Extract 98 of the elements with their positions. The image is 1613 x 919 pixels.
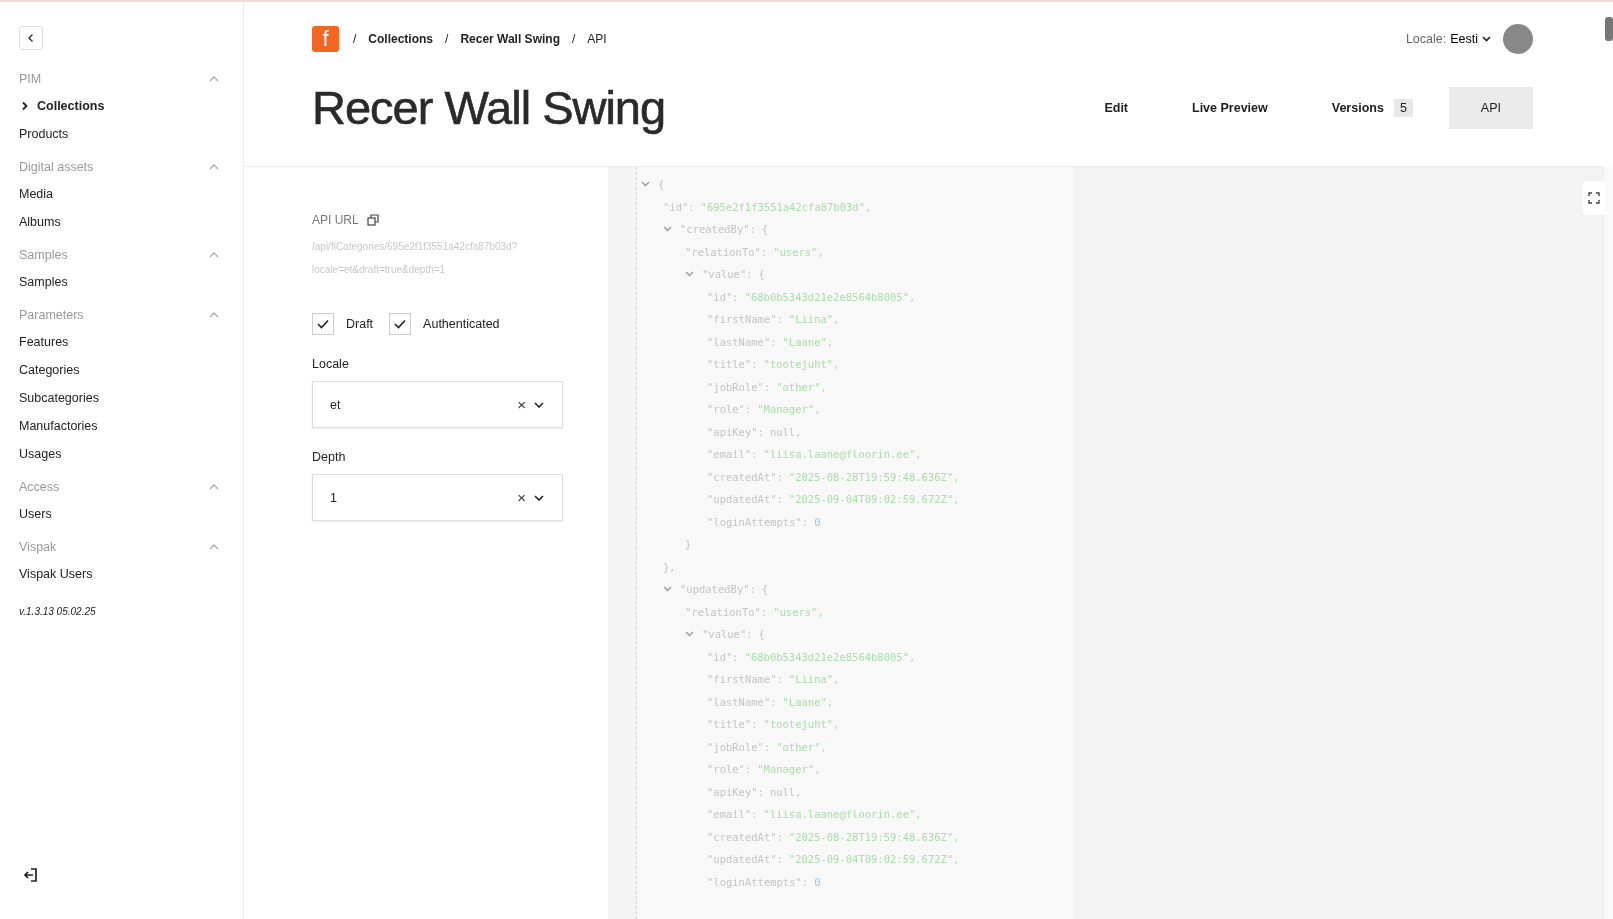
caret-icon xyxy=(1482,36,1491,42)
field-label: Locale xyxy=(312,357,350,371)
json-value: "2025-09-04T09:02:59.672Z", xyxy=(788,493,960,506)
json-value: "tootejuht", xyxy=(763,358,840,371)
fullscreen-button[interactable] xyxy=(1583,181,1605,215)
tab[interactable]: API xyxy=(1448,86,1533,129)
nav-item[interactable]: Features xyxy=(19,328,69,356)
nav-item[interactable]: Usages xyxy=(19,440,62,468)
page-title: Recer Wall Swing xyxy=(312,80,666,135)
json-value: "other", xyxy=(776,380,827,393)
json-value: "Laane", xyxy=(782,335,834,348)
chevron-icon[interactable] xyxy=(209,484,219,490)
caret-icon[interactable] xyxy=(534,494,544,501)
json-value: "users", xyxy=(773,245,824,258)
json-brace: { xyxy=(758,268,765,281)
locale-dropdown[interactable]: Eesti xyxy=(1450,32,1491,46)
checkmark-icon xyxy=(317,319,329,329)
checkmark-icon xyxy=(394,319,407,329)
nav-item[interactable]: Manufactories xyxy=(19,412,98,440)
collapse-caret-icon[interactable] xyxy=(685,631,694,638)
count-badge: 5 xyxy=(1393,98,1413,117)
nav-group-title: Samples xyxy=(19,248,68,262)
json-brace: { xyxy=(761,223,769,236)
checkbox-label: Draft xyxy=(346,317,374,331)
json-value: "Laane", xyxy=(782,695,834,708)
nav-item[interactable]: Products xyxy=(19,120,69,148)
collapse-sidebar-button[interactable] xyxy=(19,26,43,50)
json-value: "liisa.laane@floorin.ee", xyxy=(763,808,922,821)
nav-item[interactable]: Samples xyxy=(19,268,68,296)
json-value: "other", xyxy=(776,740,827,753)
caret-icon[interactable] xyxy=(534,401,544,408)
nav-group-title: PIM xyxy=(19,72,42,86)
json-value: 0 xyxy=(814,875,821,888)
json-value: "695e2f1f3551a42cfa87b03d", xyxy=(700,200,872,213)
collapse-caret-icon[interactable] xyxy=(685,271,694,278)
json-brace: } xyxy=(685,538,692,551)
tab[interactable]: Edit xyxy=(1076,86,1156,129)
tab[interactable]: Versions 5 xyxy=(1303,86,1441,129)
nav-item[interactable]: Collections xyxy=(19,92,105,120)
json-value: "2025-08-28T19:59:48.636Z", xyxy=(788,470,960,483)
json-brace: { xyxy=(658,178,665,191)
json-value: "2025-09-04T09:02:59.672Z", xyxy=(788,853,960,866)
nav-group-title: Digital assets xyxy=(19,160,94,174)
json-value: "Manager", xyxy=(757,763,821,776)
chevron-icon[interactable] xyxy=(209,252,219,258)
logout-icon[interactable] xyxy=(23,867,39,883)
chevron-left-icon xyxy=(27,33,35,43)
breadcrumb-separator: / xyxy=(445,32,449,46)
chevron-icon[interactable] xyxy=(209,544,219,550)
json-value: 0 xyxy=(814,515,821,528)
select-field[interactable]: 1 × xyxy=(312,474,563,521)
locale-label: Locale: xyxy=(1405,32,1447,46)
json-value: "2025-08-28T19:59:48.636Z", xyxy=(788,830,960,843)
breadcrumb-separator: / xyxy=(571,32,576,46)
field-label: Depth xyxy=(312,450,347,464)
nav-item[interactable]: Media xyxy=(19,180,54,208)
json-value: "Liina", xyxy=(788,313,840,326)
nav-item[interactable]: Users xyxy=(19,500,52,528)
collapse-caret-icon[interactable] xyxy=(663,226,672,233)
json-value: "68b0b5343d21e2e8564b8005", xyxy=(744,650,916,663)
nav-item[interactable]: Subcategories xyxy=(19,384,99,412)
json-value: "tootejuht", xyxy=(763,718,840,731)
clear-icon[interactable]: × xyxy=(517,489,526,506)
checkbox[interactable] xyxy=(312,313,334,335)
collapse-caret-icon[interactable] xyxy=(663,586,672,593)
field-label: API URL xyxy=(312,213,359,227)
clear-icon[interactable]: × xyxy=(517,396,526,413)
breadcrumb-separator: / xyxy=(353,32,357,46)
avatar[interactable] xyxy=(1503,24,1533,54)
checkbox-label: Authenticated xyxy=(423,317,500,331)
json-brace: { xyxy=(761,583,769,596)
json-value: "users", xyxy=(773,605,824,618)
select-field[interactable]: et × xyxy=(312,381,563,428)
json-brace: }, xyxy=(663,560,676,573)
nav-item[interactable]: Albums xyxy=(19,208,61,236)
nav-item[interactable]: Vispak Users xyxy=(19,560,93,588)
json-value: "liisa.laane@floorin.ee", xyxy=(763,448,922,461)
chevron-icon[interactable] xyxy=(209,164,219,170)
copy-icon[interactable] xyxy=(366,214,379,226)
chevron-icon[interactable] xyxy=(209,76,219,82)
chevron-right-icon xyxy=(21,101,29,111)
scrollbar-thumb[interactable] xyxy=(1605,17,1613,41)
chevron-icon[interactable] xyxy=(209,312,219,318)
breadcrumb-link[interactable]: Recer Wall Swing xyxy=(460,32,560,46)
checkbox[interactable] xyxy=(389,313,412,335)
nav-item[interactable]: Categories xyxy=(19,356,80,384)
nav-group-title: Vispak xyxy=(19,540,57,554)
version-text: v.1.3.13 05.02.25 xyxy=(19,606,96,617)
nav-group-title: Parameters xyxy=(19,308,84,322)
json-value: "68b0b5343d21e2e8564b8005", xyxy=(744,290,916,303)
json-brace: { xyxy=(758,628,765,641)
fullscreen-icon xyxy=(1588,192,1600,204)
tab[interactable]: Live Preview xyxy=(1164,86,1296,129)
breadcrumb-link[interactable]: Collections xyxy=(368,32,434,46)
json-value: "Liina", xyxy=(788,673,840,686)
json-value: "Manager", xyxy=(757,403,821,416)
collapse-caret-icon[interactable] xyxy=(641,181,650,188)
nav-group-title: Access xyxy=(19,480,60,494)
